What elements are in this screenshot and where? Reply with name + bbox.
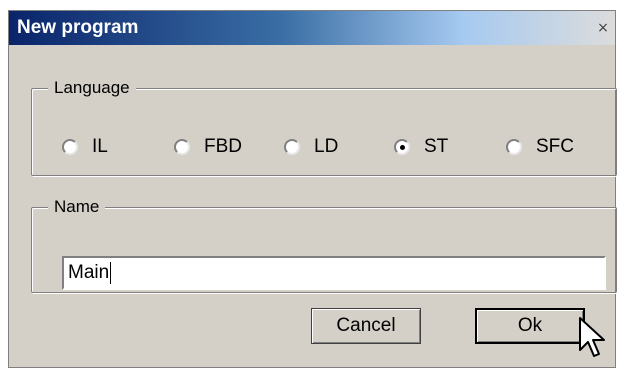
language-group: Language IL FBD LD ST SFC bbox=[31, 78, 617, 176]
radio-ld-label[interactable]: LD bbox=[314, 136, 338, 158]
radio-fbd-label[interactable]: FBD bbox=[204, 136, 242, 158]
radio-ld-circle[interactable] bbox=[284, 139, 300, 155]
name-legend: Name bbox=[48, 197, 106, 217]
close-icon[interactable]: × bbox=[595, 20, 611, 36]
mouse-pointer-icon bbox=[579, 317, 605, 357]
radio-sfc-label[interactable]: SFC bbox=[536, 136, 574, 158]
radio-sfc-circle[interactable] bbox=[506, 139, 522, 155]
radio-il-label[interactable]: IL bbox=[92, 136, 108, 158]
radio-il[interactable]: IL bbox=[62, 136, 108, 158]
ok-button[interactable]: Ok bbox=[475, 308, 585, 344]
language-legend: Language bbox=[48, 78, 136, 98]
radio-st[interactable]: ST bbox=[394, 136, 448, 158]
name-input-value[interactable]: Main bbox=[68, 262, 109, 283]
name-group: Name Main bbox=[31, 197, 617, 293]
dialog-title: New program bbox=[17, 17, 139, 38]
radio-fbd-circle[interactable] bbox=[174, 139, 190, 155]
language-options: IL FBD LD ST SFC bbox=[32, 98, 616, 175]
name-input[interactable]: Main bbox=[62, 256, 606, 290]
radio-fbd[interactable]: FBD bbox=[174, 136, 242, 158]
text-caret bbox=[110, 262, 112, 284]
new-program-dialog: New program × Language IL FBD LD ST SFC … bbox=[8, 10, 617, 368]
radio-ld[interactable]: LD bbox=[284, 136, 338, 158]
radio-il-circle[interactable] bbox=[62, 139, 78, 155]
radio-st-label[interactable]: ST bbox=[424, 136, 448, 158]
radio-st-circle[interactable] bbox=[394, 139, 410, 155]
title-bar[interactable]: New program × bbox=[9, 11, 615, 45]
radio-sfc[interactable]: SFC bbox=[506, 136, 574, 158]
cancel-button[interactable]: Cancel bbox=[311, 308, 421, 344]
